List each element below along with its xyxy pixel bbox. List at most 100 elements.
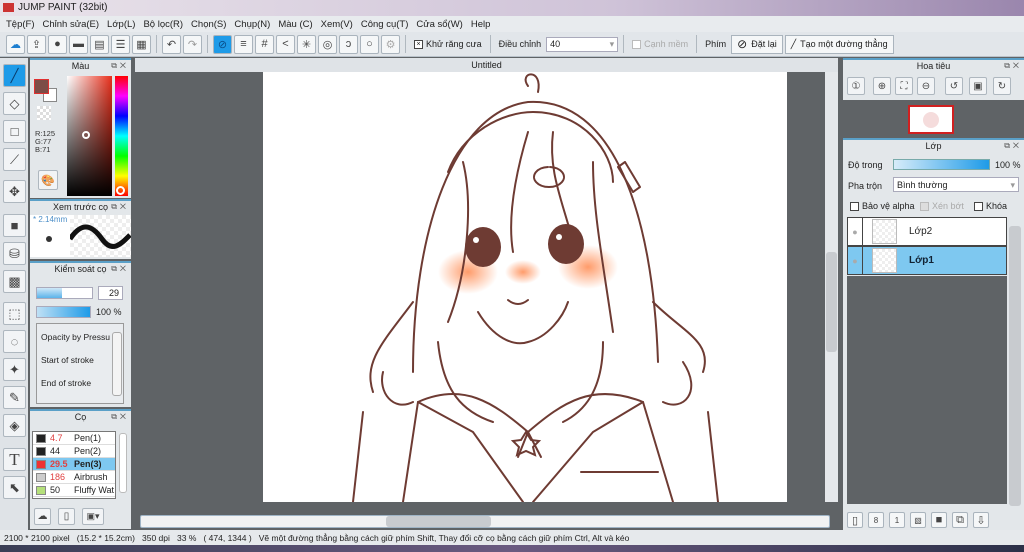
- duplicate-layer-icon[interactable]: ⧉: [952, 512, 968, 528]
- end-of-stroke-option[interactable]: End of stroke: [41, 378, 91, 388]
- operation-tool-icon[interactable]: ⬉: [3, 476, 26, 499]
- bucket-tool-icon[interactable]: ⛁: [3, 242, 26, 265]
- new-brush-icon[interactable]: ▯: [58, 508, 75, 525]
- blend-mode-select[interactable]: Bình thường ▾: [893, 177, 1019, 192]
- opacity-by-pressure-option[interactable]: Opacity by Pressu: [41, 332, 110, 342]
- fit-screen-icon[interactable]: ⛶: [895, 77, 913, 95]
- download-brush-icon[interactable]: ☁: [34, 508, 51, 525]
- straight-line-button[interactable]: ╱ Tạo một đường thẳng: [784, 34, 894, 54]
- grid-icon[interactable]: #: [255, 34, 274, 54]
- redo-icon[interactable]: ↷: [183, 34, 202, 54]
- new-layer-icon[interactable]: ▯: [847, 512, 863, 528]
- brush-item[interactable]: 4.7 Pen(1): [33, 432, 115, 445]
- rectangle-tool-icon[interactable]: □: [3, 120, 26, 143]
- concentric-icon[interactable]: ◎: [318, 34, 337, 54]
- menu-layer[interactable]: Lớp(L): [105, 16, 141, 32]
- visibility-icon[interactable]: ●: [848, 256, 862, 266]
- brush-item[interactable]: 44 Pen(2): [33, 445, 115, 458]
- brush-tool-icon[interactable]: ╱: [3, 64, 26, 87]
- menu-select[interactable]: Chọn(S): [189, 16, 232, 32]
- foreground-color-swatch[interactable]: [34, 79, 49, 94]
- folder-icon[interactable]: ■: [931, 512, 947, 528]
- menu-window[interactable]: Cửa sổ(W): [414, 16, 468, 32]
- adjust-select[interactable]: 40 ▾: [546, 36, 619, 52]
- menu-help[interactable]: Help: [469, 16, 497, 32]
- panel-close-icon[interactable]: ⧉✕: [111, 61, 129, 71]
- menu-file[interactable]: Tệp(F): [4, 16, 41, 32]
- select-pen-tool-icon[interactable]: ✎: [3, 386, 26, 409]
- gradient-tool-icon[interactable]: ▩: [3, 270, 26, 293]
- new-1bit-layer-icon[interactable]: 1: [889, 512, 905, 528]
- cloud-icon[interactable]: ☁: [6, 34, 25, 54]
- rect-select-tool-icon[interactable]: ⬚: [3, 302, 26, 325]
- horizontal-scroll-thumb[interactable]: [386, 516, 491, 527]
- undo-icon[interactable]: ↶: [162, 34, 181, 54]
- menu-color[interactable]: Màu (C): [276, 16, 318, 32]
- palette-icon[interactable]: 🎨: [38, 170, 58, 190]
- navigator-thumbnail[interactable]: [908, 105, 954, 134]
- menu-edit[interactable]: Chỉnh sửa(E): [41, 16, 106, 32]
- brush-opacity-slider[interactable]: [36, 306, 91, 318]
- clip-checkbox[interactable]: Xén bớt: [920, 201, 964, 212]
- no-ruler-icon[interactable]: ⊘: [213, 34, 232, 54]
- menu-filter[interactable]: Bộ lọc(R): [141, 16, 189, 32]
- share-icon[interactable]: ⇪: [27, 34, 46, 54]
- brush-item[interactable]: 50 Fluffy Wat: [33, 484, 115, 497]
- hue-slider[interactable]: [115, 76, 128, 196]
- parallel-lines-icon[interactable]: ≡: [234, 34, 253, 54]
- zoom-out-icon[interactable]: ⊖: [917, 77, 935, 95]
- message-icon[interactable]: ▬: [69, 34, 88, 54]
- antialias-checkbox[interactable]: × Khử răng cưa: [411, 39, 485, 50]
- soft-edge-checkbox[interactable]: Cạnh mềm: [629, 39, 691, 50]
- layer-opacity-slider[interactable]: [893, 159, 990, 170]
- menu-view[interactable]: Xem(V): [319, 16, 359, 32]
- select-eraser-tool-icon[interactable]: ◈: [3, 414, 26, 437]
- transparent-swatch[interactable]: [37, 106, 51, 120]
- brush-size-slider[interactable]: [36, 287, 93, 299]
- brush-control-scrollbar[interactable]: [112, 332, 122, 396]
- curve-icon[interactable]: ↄ: [339, 34, 358, 54]
- edit-grid-icon[interactable]: ▦: [132, 34, 151, 54]
- start-of-stroke-option[interactable]: Start of stroke: [41, 355, 94, 365]
- zoom-in-icon[interactable]: ⊕: [873, 77, 891, 95]
- document-tab[interactable]: Untitled: [135, 58, 838, 72]
- menu-capture[interactable]: Chụp(N): [232, 16, 276, 32]
- layer-scrollbar[interactable]: [1009, 226, 1021, 506]
- new-8bit-layer-icon[interactable]: 8: [868, 512, 884, 528]
- page-icon[interactable]: ▤: [90, 34, 109, 54]
- flip-icon[interactable]: ▣: [969, 77, 987, 95]
- lock-checkbox[interactable]: Khóa: [974, 201, 1007, 212]
- visibility-icon[interactable]: ●: [848, 227, 862, 237]
- brush-item[interactable]: 186 Airbrush: [33, 471, 115, 484]
- layer-row-selected[interactable]: ● Lớp1: [847, 246, 1007, 275]
- panel-close-icon[interactable]: ⧉✕: [111, 412, 129, 422]
- perspective-icon[interactable]: <: [276, 34, 295, 54]
- panel-close-icon[interactable]: ⧉✕: [1004, 141, 1022, 151]
- brush-list-scrollbar[interactable]: [119, 433, 127, 493]
- layer-row[interactable]: ● Lớp2: [847, 217, 1007, 246]
- lasso-tool-icon[interactable]: ◌: [3, 330, 26, 353]
- vertical-scroll-thumb[interactable]: [826, 252, 837, 352]
- drawing-canvas[interactable]: [263, 72, 787, 502]
- rotate-right-icon[interactable]: ↻: [993, 77, 1011, 95]
- horizontal-scrollbar[interactable]: [140, 515, 830, 528]
- vertical-scrollbar[interactable]: [825, 72, 838, 502]
- brush-menu-icon[interactable]: ▣▾: [82, 508, 104, 525]
- fill-rect-tool-icon[interactable]: ■: [3, 214, 26, 237]
- gear-ruler-icon[interactable]: ⚙: [381, 34, 400, 54]
- magic-wand-tool-icon[interactable]: ✦: [3, 358, 26, 381]
- brush-size-input[interactable]: 29: [98, 286, 123, 300]
- menu-tools[interactable]: Công cụ(T): [359, 16, 415, 32]
- polyline-tool-icon[interactable]: ⟋: [3, 148, 26, 171]
- new-halftone-layer-icon[interactable]: ▧: [910, 512, 926, 528]
- move-tool-icon[interactable]: ✥: [3, 180, 26, 203]
- brush-item-selected[interactable]: 29.5 Pen(3): [33, 458, 115, 471]
- radial-icon[interactable]: ✳: [297, 34, 316, 54]
- protect-alpha-checkbox[interactable]: Bảo vệ alpha: [850, 201, 915, 212]
- panel-close-icon[interactable]: ⧉✕: [111, 264, 129, 274]
- panel-close-icon[interactable]: ⧉✕: [111, 202, 129, 212]
- comment-icon[interactable]: ●: [48, 34, 67, 54]
- list-settings-icon[interactable]: ☰: [111, 34, 130, 54]
- saturation-value-picker[interactable]: [67, 76, 112, 196]
- rotate-left-icon[interactable]: ↺: [945, 77, 963, 95]
